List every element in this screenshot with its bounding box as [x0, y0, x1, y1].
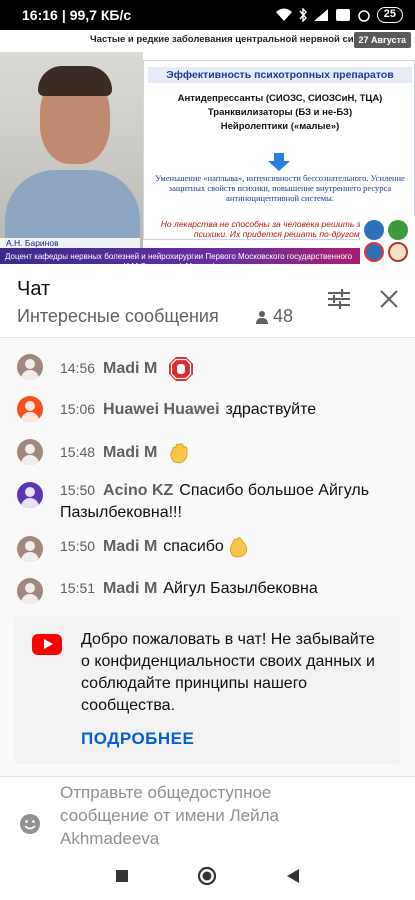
filter-button[interactable]	[326, 286, 352, 312]
stop-hand-icon	[168, 357, 193, 381]
message-time: 15:48	[60, 444, 96, 460]
viewer-count: 48	[255, 306, 293, 327]
emoji-picker-icon[interactable]	[19, 813, 41, 835]
recents-button[interactable]	[112, 866, 132, 886]
message-author[interactable]: Madi M	[103, 538, 157, 555]
message-text: спасибо	[163, 538, 224, 555]
message-author[interactable]: Huawei Huawei	[103, 401, 219, 418]
message-author[interactable]: Madi M	[103, 444, 157, 461]
person-icon	[256, 310, 268, 324]
speaker-video	[0, 52, 143, 248]
chat-title: Чат	[17, 278, 51, 300]
slide-blue-text: Уменьшение «наплыва», интенсивности бесс…	[155, 173, 405, 203]
back-button[interactable]	[283, 866, 303, 886]
message-time: 15:51	[60, 580, 96, 596]
viewer-count-value: 48	[273, 306, 294, 326]
avatar[interactable]	[17, 439, 43, 465]
wifi-icon	[275, 8, 292, 21]
message-text: здраствуйте	[225, 401, 317, 418]
close-chat-button[interactable]	[376, 286, 402, 312]
chat-input-area: Отправьте общедоступное сообщение от име…	[0, 776, 415, 852]
youtube-logo-icon	[32, 634, 62, 655]
waving-hand-icon	[170, 443, 188, 464]
seal-logo-icon	[388, 242, 408, 262]
presentation-slide: Эффективность психотропных препаратов Ан…	[143, 60, 415, 240]
alarm-icon	[358, 10, 370, 22]
bluetooth-icon	[299, 8, 307, 22]
avatar[interactable]	[17, 482, 43, 508]
recents-icon	[116, 870, 128, 882]
message-time: 15:50	[60, 482, 96, 498]
chat-header: Чат Интересные сообщения 48	[0, 264, 415, 338]
speaker-caption: Доцент кафедры нервных болезней и нейрох…	[5, 252, 353, 264]
message-author[interactable]: Madi M	[103, 580, 157, 597]
close-icon	[380, 290, 398, 308]
avatar[interactable]	[17, 396, 43, 422]
message-time: 15:06	[60, 401, 96, 417]
signal-icon-2	[335, 9, 350, 21]
chat-message-input[interactable]: Отправьте общедоступное сообщение от име…	[60, 781, 360, 850]
chat-mode-dropdown[interactable]: Интересные сообщения	[17, 306, 219, 327]
battery-indicator: 25	[376, 7, 403, 23]
back-icon	[287, 869, 299, 883]
learn-more-button[interactable]: ПОДРОБНЕЕ	[81, 729, 194, 749]
clapping-hands-icon	[230, 537, 248, 558]
video-header-title: Частые и редкие заболевания центральной …	[90, 34, 384, 45]
message-time: 15:50	[60, 538, 96, 554]
signal-icon	[313, 9, 328, 21]
message-author[interactable]: Madi M	[103, 360, 157, 377]
home-button[interactable]	[197, 866, 217, 886]
tune-icon	[328, 289, 350, 309]
message-text: Айгул Базылбековна	[163, 580, 318, 597]
logo-group	[360, 216, 415, 264]
status-time: 16:16	[22, 7, 58, 23]
welcome-text: Добро пожаловать в чат! Не забывайте о к…	[81, 631, 375, 714]
date-badge: 27 Августа	[353, 32, 411, 48]
status-bar: 16:16 | 99,7 КБ/с 25	[0, 0, 415, 30]
avatar[interactable]	[17, 354, 43, 380]
arrow-down-icon	[268, 153, 290, 171]
slide-line: Антидепрессанты (СИОЗС, СИОЗСиН, ТЦА)	[177, 93, 383, 104]
avatar[interactable]	[17, 536, 43, 562]
society-logo-icon	[388, 220, 408, 240]
welcome-card: Добро пожаловать в чат! Не забывайте о к…	[14, 616, 400, 764]
message-time: 14:56	[60, 360, 96, 377]
slide-line: Транквилизаторы (БЗ и не-БЗ)	[207, 107, 353, 118]
slide-line: Нейролептики («малые»)	[220, 121, 340, 132]
university-logo-icon	[364, 220, 384, 240]
association-logo-icon	[364, 242, 384, 262]
chat-message-list[interactable]: 14:56 Madi M 15:06 Huawei Huawei здраствуйт…	[0, 338, 415, 776]
home-icon	[197, 866, 217, 886]
system-nav-bar	[0, 852, 415, 900]
network-speed: 99,7 КБ/с	[69, 7, 132, 23]
slide-title: Эффективность психотропных препаратов	[148, 67, 412, 83]
avatar[interactable]	[17, 578, 43, 604]
video-player[interactable]: Частые и редкие заболевания центральной …	[0, 30, 415, 264]
message-author[interactable]: Acino KZ	[103, 482, 173, 499]
